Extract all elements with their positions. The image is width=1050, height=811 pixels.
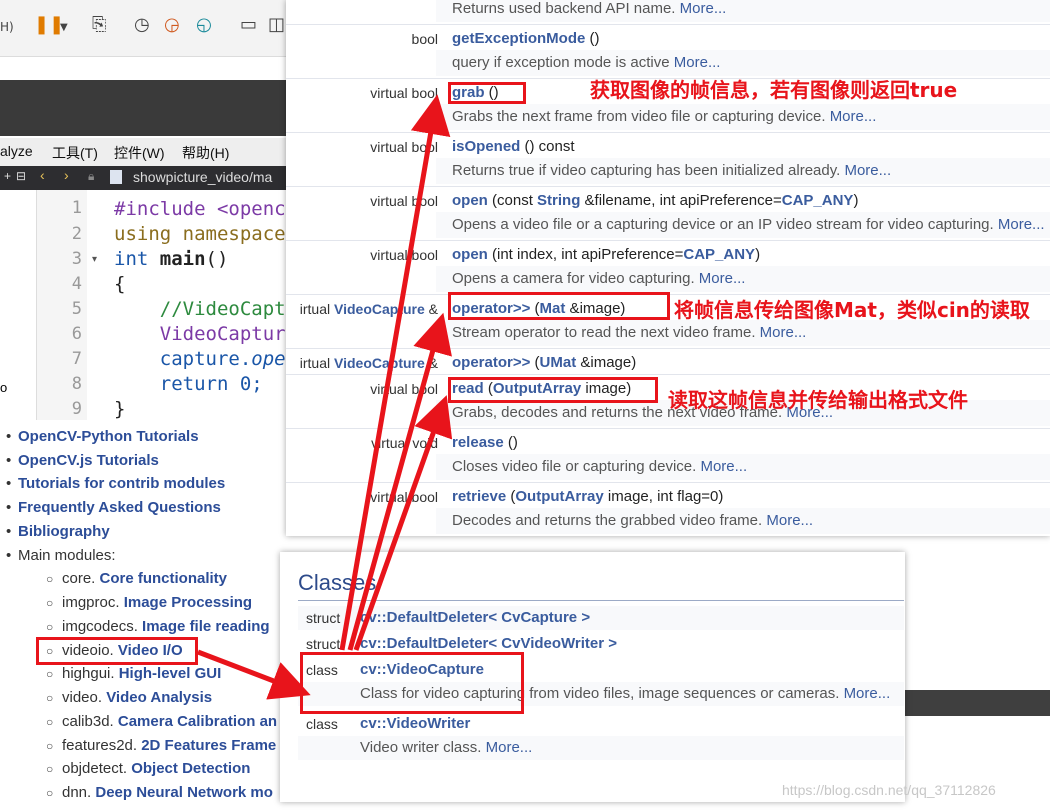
annotation-arrows xyxy=(197,94,453,700)
arrow-to-grab xyxy=(339,94,451,651)
watermark: https://blog.csdn.net/qq_37112826 xyxy=(782,782,996,798)
arrow-to-operator xyxy=(347,312,452,651)
arrow-to-read xyxy=(353,395,453,651)
arrow-videoio-to-class xyxy=(197,649,311,700)
